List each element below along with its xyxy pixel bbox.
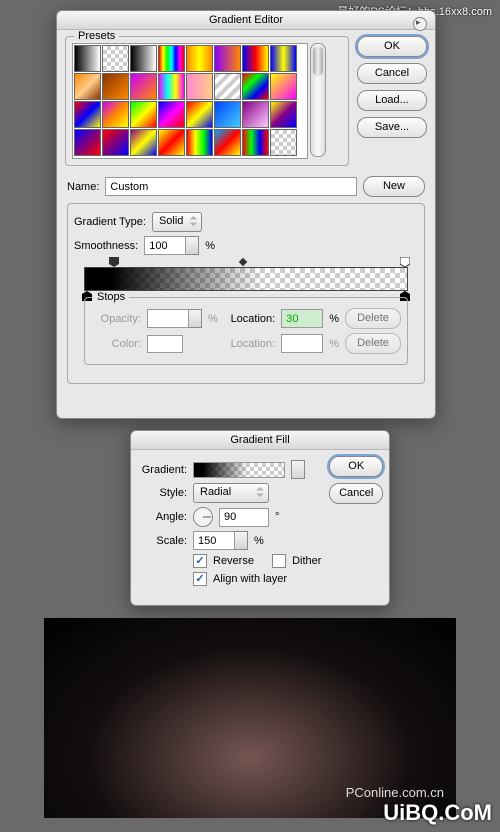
delete-opacity-stop-button: Delete <box>345 308 401 329</box>
align-checkbox[interactable] <box>193 572 207 586</box>
gradient-bar[interactable] <box>84 267 408 291</box>
gradient-type-label: Gradient Type: <box>74 216 146 228</box>
preset-swatch[interactable] <box>158 101 185 128</box>
dither-checkbox[interactable] <box>272 554 286 568</box>
location2-label: Location: <box>231 338 276 350</box>
preset-swatch[interactable] <box>214 45 241 72</box>
preset-swatch[interactable] <box>130 45 157 72</box>
save-button[interactable]: Save... <box>357 117 427 138</box>
ok-button[interactable]: OK <box>357 36 427 57</box>
gf-cancel-button[interactable]: Cancel <box>329 483 383 504</box>
preset-swatch[interactable] <box>102 45 129 72</box>
opacity-input <box>147 309 189 328</box>
gf-title: Gradient Fill <box>131 431 389 450</box>
reverse-label: Reverse <box>213 555 254 567</box>
style-select[interactable]: Radial <box>193 483 269 503</box>
opacity-label: Opacity: <box>91 313 141 325</box>
gradient-fill-dialog: Gradient Fill Gradient: Style: Radial Ang… <box>130 430 390 606</box>
opacity-stop-left[interactable] <box>109 257 119 267</box>
midpoint-marker[interactable] <box>238 258 246 266</box>
preset-swatch[interactable] <box>242 73 269 100</box>
result-preview: PConline.com.cn <box>44 618 456 818</box>
color-label: Color: <box>91 338 141 350</box>
cancel-button[interactable]: Cancel <box>357 63 427 84</box>
preset-swatch[interactable] <box>74 129 101 156</box>
pconline-watermark: PConline.com.cn <box>346 785 444 800</box>
location1-input[interactable] <box>281 309 323 328</box>
preset-swatch[interactable] <box>242 129 269 156</box>
dialog-title: Gradient Editor <box>57 11 435 30</box>
preset-swatch[interactable] <box>186 45 213 72</box>
gradient-dropdown[interactable] <box>291 460 305 479</box>
preset-swatch[interactable] <box>242 45 269 72</box>
preset-swatch[interactable] <box>270 73 297 100</box>
degree-label: ° <box>275 511 279 523</box>
preset-swatch[interactable] <box>102 129 129 156</box>
stops-label: Stops <box>93 291 129 303</box>
smoothness-label: Smoothness: <box>74 240 138 252</box>
presets-scrollbar[interactable] <box>310 43 326 157</box>
scale-stepper[interactable] <box>235 531 248 550</box>
preset-swatch[interactable] <box>74 45 101 72</box>
preset-swatch[interactable] <box>270 101 297 128</box>
name-label: Name: <box>67 181 99 193</box>
preset-swatch[interactable] <box>270 129 297 156</box>
angle-input[interactable] <box>219 508 269 527</box>
gf-scale-label: Scale: <box>137 535 187 547</box>
preset-swatch[interactable] <box>186 129 213 156</box>
presets-grid[interactable] <box>72 43 308 159</box>
gradient-preview[interactable] <box>193 462 285 478</box>
gf-style-label: Style: <box>137 487 187 499</box>
smoothness-stepper[interactable] <box>186 236 199 255</box>
opacity-stop-right[interactable] <box>400 257 410 267</box>
preset-swatch[interactable] <box>214 101 241 128</box>
gradient-editor-dialog: Gradient Editor Presets OK Cancel Load..… <box>56 10 436 419</box>
preset-swatch[interactable] <box>74 101 101 128</box>
location2-input <box>281 334 323 353</box>
preset-swatch[interactable] <box>214 73 241 100</box>
preset-swatch[interactable] <box>186 101 213 128</box>
flyout-button[interactable] <box>413 17 427 31</box>
load-button[interactable]: Load... <box>357 90 427 111</box>
preset-swatch[interactable] <box>102 73 129 100</box>
preset-swatch[interactable] <box>214 129 241 156</box>
color-well <box>147 335 183 353</box>
preset-swatch[interactable] <box>74 73 101 100</box>
name-input[interactable] <box>105 177 357 196</box>
preset-swatch[interactable] <box>186 73 213 100</box>
preset-swatch[interactable] <box>130 73 157 100</box>
gradient-type-select[interactable]: Solid <box>152 212 202 232</box>
percent-label: % <box>205 240 215 252</box>
preset-swatch[interactable] <box>270 45 297 72</box>
scale-input[interactable] <box>193 531 235 550</box>
preset-swatch[interactable] <box>130 129 157 156</box>
delete-color-stop-button: Delete <box>345 333 401 354</box>
gf-gradient-label: Gradient: <box>137 464 187 476</box>
presets-label: Presets <box>74 30 119 42</box>
dither-label: Dither <box>292 555 321 567</box>
opacity-stepper <box>189 309 202 328</box>
reverse-checkbox[interactable] <box>193 554 207 568</box>
preset-swatch[interactable] <box>158 73 185 100</box>
gf-ok-button[interactable]: OK <box>329 456 383 477</box>
preset-swatch[interactable] <box>102 101 129 128</box>
preset-swatch[interactable] <box>158 129 185 156</box>
location1-label: Location: <box>231 313 276 325</box>
gf-angle-label: Angle: <box>137 511 187 523</box>
smoothness-input[interactable] <box>144 236 186 255</box>
preset-swatch[interactable] <box>242 101 269 128</box>
preset-swatch[interactable] <box>158 45 185 72</box>
align-label: Align with layer <box>213 573 287 585</box>
angle-dial[interactable] <box>193 507 213 527</box>
preset-swatch[interactable] <box>130 101 157 128</box>
presets-fieldset: Presets <box>65 36 349 166</box>
new-button[interactable]: New <box>363 176 425 197</box>
watermark-bottom: UiBQ.CoM <box>383 800 492 826</box>
